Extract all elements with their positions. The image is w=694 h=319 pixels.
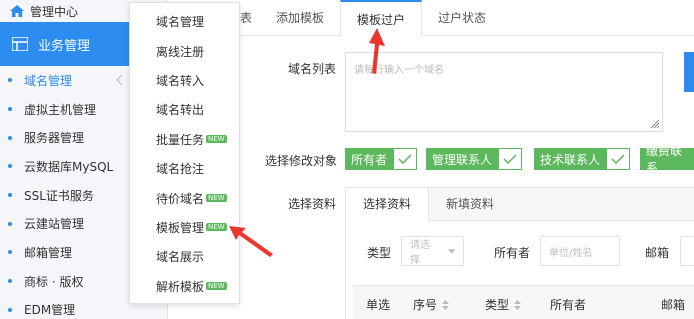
new-badge: NEW <box>206 223 227 232</box>
menu-item-domain-showcase[interactable]: 域名展示 <box>130 242 239 271</box>
bullet-icon <box>8 250 12 255</box>
sidebar-item-label: 服务器管理 <box>24 131 85 146</box>
menu-item-transfer-in[interactable]: 域名转入 <box>130 66 239 95</box>
table-header: 单选 序号 类型 所有者 邮箱 <box>353 285 694 319</box>
col-type[interactable]: 类型 <box>485 296 522 313</box>
check-icon <box>498 148 523 170</box>
col-radio: 单选 <box>366 298 391 312</box>
bullet-icon <box>8 78 12 83</box>
bullet-icon <box>8 279 12 284</box>
sidebar-item-label: EDM管理 <box>24 303 76 318</box>
col-email: 邮箱 <box>661 298 686 312</box>
sort-icon <box>442 299 450 310</box>
caret-down-icon <box>447 248 455 254</box>
chip-tech-contact[interactable]: 技术联系人 <box>534 148 631 170</box>
type-label: 类型 <box>367 246 392 260</box>
domain-list-label: 域名列表 <box>288 62 337 76</box>
sidebar-item-label: 虚拟主机管理 <box>24 102 97 117</box>
sidebar-item-label: 商标 · 版权 <box>24 274 84 289</box>
bullet-icon <box>8 193 12 198</box>
new-badge: NEW <box>206 135 227 144</box>
panel-tabs: 选择资料 新填资料 <box>346 188 694 222</box>
sidebar-item-label: 云数据库MySQL <box>24 159 114 174</box>
menu-item-batch-tasks[interactable]: 批量任务 NEW <box>130 125 239 154</box>
chip-label: 缴费联系 <box>646 144 683 175</box>
bullet-icon <box>8 135 12 140</box>
chip-label: 技术联系人 <box>540 152 601 167</box>
type-select-placeholder: 请选择 <box>410 240 430 266</box>
admin-center-label: 管理中心 <box>30 4 79 19</box>
submit-button[interactable] <box>684 52 694 92</box>
resize-grip-icon[interactable] <box>648 117 660 129</box>
domain-dropdown-menu: 域名管理 离线注册 域名转入 域名转出 批量任务 NEW 域名抢注 待价域名 NEW… <box>129 2 240 304</box>
bullet-icon <box>8 164 12 169</box>
tab-new-info[interactable]: 新填资料 <box>429 188 511 220</box>
bullet-icon <box>8 307 12 312</box>
grid-icon <box>12 37 28 51</box>
new-badge: NEW <box>206 194 227 203</box>
sort-icon <box>514 299 522 310</box>
email-label: 邮箱 <box>645 246 670 260</box>
menu-item-domain-snap[interactable]: 域名抢注 <box>130 154 239 183</box>
check-icon <box>393 148 418 170</box>
main-tabs: 表 添加模板 模板过户 过户状态 <box>168 0 694 36</box>
email-input[interactable] <box>680 236 694 266</box>
col-index[interactable]: 序号 <box>413 296 450 313</box>
bullet-icon <box>8 107 12 112</box>
tab-add-template[interactable]: 添加模板 <box>260 0 340 36</box>
type-select[interactable]: 请选择 <box>401 236 464 266</box>
select-info-label: 选择资料 <box>288 197 337 211</box>
owner-input-placeholder: 单位/姓名 <box>549 247 593 259</box>
owner-input[interactable]: 单位/姓名 <box>540 236 620 266</box>
sidebar-item-label: 云建站管理 <box>24 217 85 232</box>
bullet-icon <box>8 221 12 226</box>
sidebar-item-label: SSL证书服务 <box>24 188 94 203</box>
modify-target-label: 选择修改对象 <box>265 154 338 168</box>
new-badge: NEW <box>206 282 227 291</box>
chip-admin-contact[interactable]: 管理联系人 <box>426 148 523 170</box>
owner-label: 所有者 <box>494 246 531 260</box>
sidebar-item-label: 域名管理 <box>24 73 73 88</box>
menu-item-offline-register[interactable]: 离线注册 <box>130 36 239 65</box>
tab-select-info[interactable]: 选择资料 <box>346 188 430 222</box>
menu-item-template-management[interactable]: 模板管理 NEW <box>130 213 239 242</box>
menu-item-domain-management[interactable]: 域名管理 <box>130 7 239 36</box>
menu-item-dns-template[interactable]: 解析模板 NEW <box>130 272 239 301</box>
business-management-label: 业务管理 <box>38 38 91 54</box>
menu-item-transfer-out[interactable]: 域名转出 <box>130 95 239 124</box>
chip-label: 管理联系人 <box>432 152 493 167</box>
tab-transfer-status[interactable]: 过户状态 <box>422 0 502 36</box>
domain-list-textarea[interactable]: 请每行输入一个域名 <box>345 52 663 132</box>
chevron-left-icon <box>116 74 123 86</box>
menu-item-priced-domains[interactable]: 待价域名 NEW <box>130 183 239 212</box>
chip-owner[interactable]: 所有者 <box>345 148 418 170</box>
check-icon <box>606 148 631 170</box>
col-owner: 所有者 <box>550 298 587 312</box>
sidebar-item-label: 邮箱管理 <box>24 245 73 260</box>
chip-label: 所有者 <box>351 152 388 167</box>
home-icon <box>10 5 24 17</box>
annotation-arrow-up <box>369 28 385 74</box>
chip-billing-contact[interactable]: 缴费联系 <box>640 144 694 175</box>
annotation-arrow-left <box>229 226 273 257</box>
